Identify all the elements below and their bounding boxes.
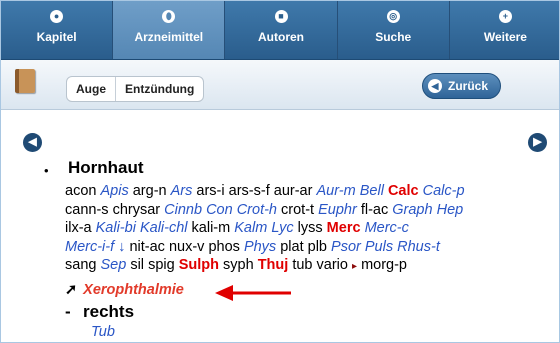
remedy-abbrev[interactable]: Apis xyxy=(100,183,128,199)
remedy-abbrev[interactable]: Puls xyxy=(365,239,393,255)
remedy-abbrev[interactable]: Sep xyxy=(100,257,126,273)
crossref-label: Xerophthalmie xyxy=(83,282,184,298)
external-link-icon: ➚ xyxy=(65,282,78,298)
remedy-line: Merc-i-f ↓ nit-ac nux-v phos Phys plat p… xyxy=(65,238,541,257)
remedy-line: acon Apis arg-n Ars ars-i ars-s-f aur-ar… xyxy=(65,182,541,201)
tab-suche[interactable]: ◎ Suche xyxy=(338,1,450,59)
tab-weitere[interactable]: + Weitere xyxy=(450,1,559,59)
remedy-abbrev[interactable]: aur-ar xyxy=(274,183,313,199)
remedy-line: sang Sep sil spig Sulph syph Thuj tub va… xyxy=(65,256,541,277)
rubric-heading: Hornhaut xyxy=(68,158,144,177)
remedy-abbrev[interactable]: Con xyxy=(206,202,233,218)
remedy-abbrev[interactable]: Aur-m xyxy=(316,183,355,199)
remedy-abbrev[interactable]: arg-n xyxy=(133,183,167,199)
remedy-abbrev[interactable]: sang xyxy=(65,257,96,273)
remedy-abbrev[interactable]: Lyc xyxy=(271,220,293,236)
remedy-abbrev[interactable]: nit-ac xyxy=(129,239,164,255)
back-button-label: Zurück xyxy=(448,79,489,93)
subrubric-remedy[interactable]: Tub xyxy=(91,324,115,340)
remedy-abbrev[interactable]: Cinnb xyxy=(164,202,202,218)
triangle-icon: ▸ xyxy=(352,261,358,272)
subrubric-dash: - xyxy=(65,302,71,321)
remedy-list: acon Apis arg-n Ars ars-i ars-s-f aur-ar… xyxy=(65,182,541,277)
remedy-abbrev[interactable]: Calc xyxy=(388,183,419,199)
remedy-abbrev[interactable]: Rhus-t xyxy=(397,239,440,255)
remedy-abbrev[interactable]: tub xyxy=(292,257,312,273)
remedy-abbrev[interactable]: vario xyxy=(317,257,348,273)
remedy-abbrev[interactable]: crot-t xyxy=(281,202,314,218)
remedy-abbrev[interactable]: morg-p xyxy=(361,257,407,273)
remedy-abbrev[interactable]: Euphr xyxy=(318,202,357,218)
toolbar: Auge Entzündung ◀ Zurück xyxy=(1,60,559,110)
remedy-abbrev[interactable]: acon xyxy=(65,183,96,199)
remedy-abbrev[interactable]: Merc-i-f ↓ xyxy=(65,239,125,255)
remedy-line: cann-s chrysar Cinnb Con Crot-h crot-t E… xyxy=(65,201,541,220)
remedy-abbrev[interactable]: Crot-h xyxy=(237,202,277,218)
tab-label: Autoren xyxy=(258,30,304,44)
tab-label: Suche xyxy=(375,30,412,44)
book-icon: ● xyxy=(50,10,64,23)
next-rubric-button[interactable]: ▶ xyxy=(528,133,547,152)
remedy-abbrev[interactable]: Bell xyxy=(360,183,384,199)
remedy-abbrev[interactable]: kali-m xyxy=(192,220,231,236)
tab-bar: ● Kapitel ⬮ Arzneimittel ■ Autoren ◎ Suche + Weit… xyxy=(1,1,559,60)
app-frame: ● Kapitel ⬮ Arzneimittel ■ Autoren ◎ Suche + Weit… xyxy=(0,0,560,343)
remedy-abbrev[interactable]: Merc xyxy=(327,220,361,236)
bullet-icon: • xyxy=(44,163,49,178)
annotation-arrow-icon xyxy=(215,285,291,301)
remedy-abbrev[interactable]: plb xyxy=(308,239,327,255)
tab-kapitel[interactable]: ● Kapitel xyxy=(1,1,114,59)
remedy-abbrev[interactable]: lyss xyxy=(298,220,323,236)
plus-icon: + xyxy=(498,10,512,23)
remedy-abbrev[interactable]: cann-s xyxy=(65,202,109,218)
remedy-abbrev[interactable]: Calc-p xyxy=(423,183,465,199)
crossref-link[interactable]: ➚ Xerophthalmie xyxy=(65,282,184,298)
book-icon[interactable] xyxy=(15,69,35,93)
breadcrumb: Auge Entzündung xyxy=(66,76,205,102)
remedy-abbrev[interactable]: chrysar xyxy=(113,202,161,218)
remedy-abbrev[interactable]: Sulph xyxy=(179,257,219,273)
remedy-abbrev[interactable]: Kali-chl xyxy=(140,220,188,236)
tab-label: Weitere xyxy=(483,30,527,44)
remedy-abbrev[interactable]: sil xyxy=(130,257,144,273)
remedy-abbrev[interactable]: spig xyxy=(148,257,175,273)
remedy-abbrev[interactable]: Kalm xyxy=(234,220,267,236)
tab-arzneimittel[interactable]: ⬮ Arzneimittel xyxy=(113,1,226,59)
remedy-abbrev[interactable]: Merc-c xyxy=(365,220,409,236)
remedy-abbrev[interactable]: Ars xyxy=(171,183,193,199)
remedy-abbrev[interactable]: fl-ac xyxy=(361,202,388,218)
remedy-abbrev[interactable]: ars-s-f xyxy=(229,183,270,199)
person-icon: ■ xyxy=(274,10,288,23)
rubric-content: ◀ ▶ • Hornhaut acon Apis arg-n Ars ars-i… xyxy=(1,111,559,342)
tab-autoren[interactable]: ■ Autoren xyxy=(225,1,338,59)
remedy-abbrev[interactable]: Phys xyxy=(244,239,276,255)
pill-icon: ⬮ xyxy=(162,10,176,23)
remedy-abbrev[interactable]: Graph xyxy=(392,202,432,218)
remedy-abbrev[interactable]: plat xyxy=(280,239,303,255)
tab-label: Arzneimittel xyxy=(134,30,204,44)
remedy-line: ilx-a Kali-bi Kali-chl kali-m Kalm Lyc l… xyxy=(65,219,541,238)
tab-label: Kapitel xyxy=(36,30,77,44)
previous-rubric-button[interactable]: ◀ xyxy=(23,133,42,152)
remedy-abbrev[interactable]: Psor xyxy=(331,239,361,255)
remedy-abbrev[interactable]: syph xyxy=(223,257,254,273)
breadcrumb-item-auge[interactable]: Auge xyxy=(67,77,115,101)
subrubric-title[interactable]: rechts xyxy=(83,302,134,322)
back-arrow-icon: ◀ xyxy=(428,79,442,93)
remedy-abbrev[interactable]: Kali-bi xyxy=(96,220,136,236)
remedy-abbrev[interactable]: ilx-a xyxy=(65,220,92,236)
remedy-abbrev[interactable]: Hep xyxy=(437,202,464,218)
back-button[interactable]: ◀ Zurück xyxy=(422,73,501,99)
remedy-abbrev[interactable]: phos xyxy=(208,239,239,255)
search-icon: ◎ xyxy=(386,10,400,23)
breadcrumb-item-entzuendung[interactable]: Entzündung xyxy=(115,77,203,101)
remedy-abbrev[interactable]: Thuj xyxy=(258,257,289,273)
remedy-abbrev[interactable]: ars-i xyxy=(196,183,224,199)
remedy-abbrev[interactable]: nux-v xyxy=(169,239,204,255)
